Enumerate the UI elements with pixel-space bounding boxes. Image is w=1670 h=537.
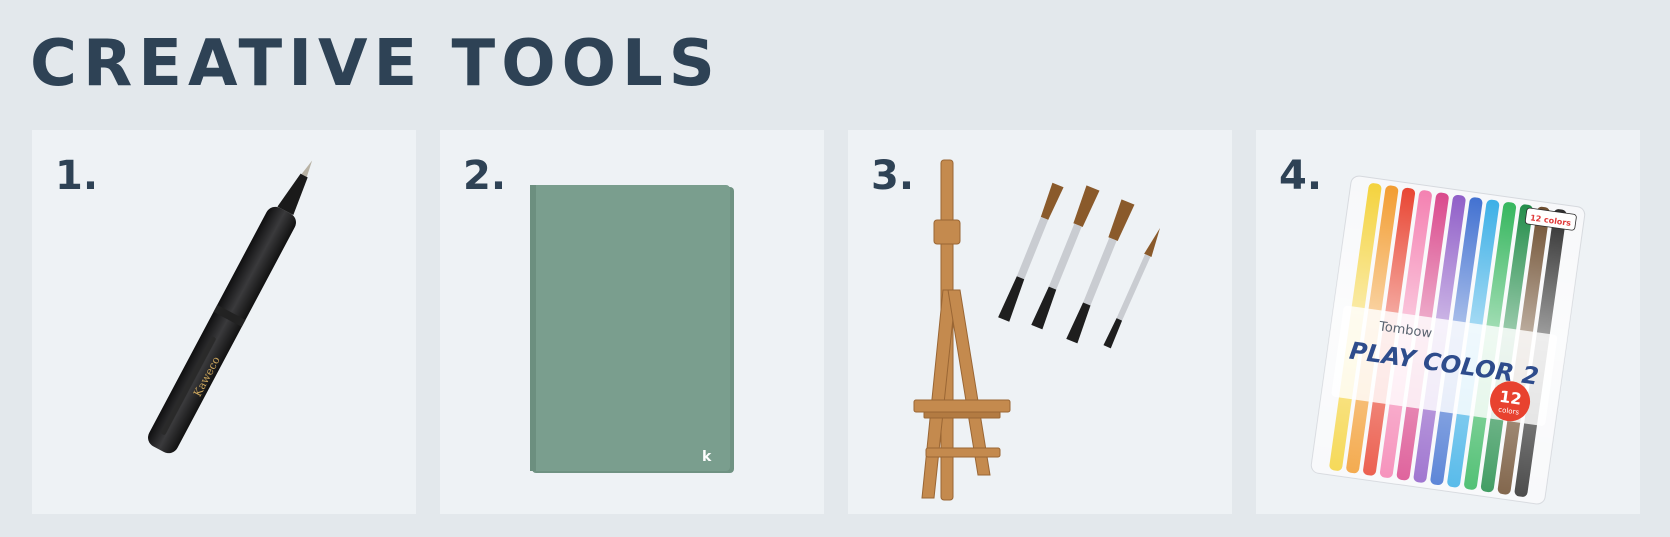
product-grid: 1. Kaweco 2. k 3. 4. 12 colors Tombow PL… bbox=[32, 130, 1640, 514]
product-card-markers[interactable]: 4. 12 colors Tombow PLAY COLOR 2 12 colo… bbox=[1256, 130, 1640, 514]
easel-brushes-illustration bbox=[913, 159, 1160, 501]
product-card-pen[interactable]: 1. Kaweco bbox=[32, 130, 416, 514]
product-card-notebook[interactable]: 2. k bbox=[440, 130, 824, 514]
pen-illustration: Kaweco bbox=[148, 160, 313, 454]
markers-illustration: 12 colors Tombow PLAY COLOR 2 12 colors bbox=[1310, 175, 1586, 505]
paintbrushes-icon bbox=[998, 182, 1160, 349]
page-title: CREATIVE TOOLS bbox=[30, 27, 721, 101]
notebook-logo: k bbox=[702, 449, 712, 465]
product-card-easel-brushes[interactable]: 3. bbox=[848, 130, 1232, 514]
notebook-illustration: k bbox=[530, 185, 734, 473]
